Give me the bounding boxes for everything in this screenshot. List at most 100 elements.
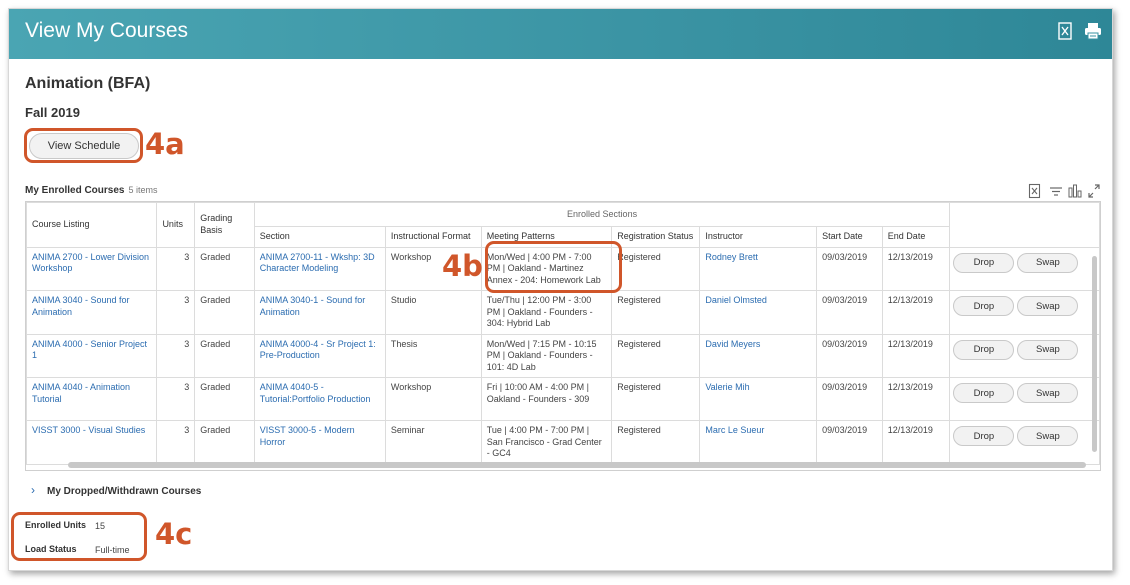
grading-basis-cell: Graded (194, 420, 255, 465)
drop-button[interactable]: Drop (953, 339, 1015, 360)
term-label: Fall 2019 (25, 105, 80, 120)
load-status-value: Full-time (95, 545, 130, 555)
dropped-courses-toggle[interactable]: › My Dropped/Withdrawn Courses (31, 483, 201, 497)
row-actions-cell: Drop Swap (949, 333, 1100, 378)
swap-button[interactable]: Swap (1017, 339, 1079, 360)
start-date-cell: 09/03/2019 (816, 333, 883, 378)
page-header: View My Courses (9, 9, 1112, 59)
end-date-cell: 12/13/2019 (881, 333, 951, 378)
col-header-grading-basis: Grading Basis (194, 202, 255, 248)
col-group-enrolled-sections: Enrolled Sections (253, 202, 951, 227)
course-listing-cell[interactable]: ANIMA 3040 - Sound for Animation (26, 290, 158, 335)
end-date-cell: 12/13/2019 (881, 290, 951, 335)
enrolled-units-value: 15 (95, 521, 106, 531)
meeting-patterns-cell: Mon/Wed | 7:15 PM - 10:15 PM | Oakland -… (480, 333, 613, 378)
drop-button[interactable]: Drop (953, 252, 1015, 273)
swap-button[interactable]: Swap (1017, 296, 1079, 316)
column-chart-icon[interactable] (1067, 183, 1083, 199)
section-cell[interactable]: ANIMA 2700-11 - Wkshp: 3D Character Mode… (253, 246, 386, 291)
instructor-cell[interactable]: Valerie Mih (699, 377, 818, 421)
start-date-cell: 09/03/2019 (816, 377, 883, 421)
course-listing-cell[interactable]: VISST 3000 - Visual Studies (26, 420, 158, 465)
instructional-format-cell: Studio (384, 290, 482, 335)
end-date-cell: 12/13/2019 (881, 377, 951, 421)
grading-basis-cell: Graded (194, 246, 255, 291)
enrolled-courses-title: My Enrolled Courses 5 items (25, 185, 157, 196)
callout-label-4a: 4a (145, 127, 185, 161)
instructional-format-cell: Seminar (384, 420, 482, 465)
dropped-courses-label: My Dropped/Withdrawn Courses (47, 486, 202, 497)
page-title: View My Courses (25, 19, 188, 42)
enrolled-courses-count: 5 items (128, 185, 158, 195)
course-listing-cell[interactable]: ANIMA 4000 - Senior Project 1 (26, 333, 158, 378)
page-frame: View My Courses Animation (BFA) Fall 201… (8, 8, 1113, 571)
grid-export-excel-icon[interactable] (1028, 183, 1042, 199)
grading-basis-cell: Graded (194, 377, 255, 421)
table-row: ANIMA 4040 - Animation Tutorial 3 Graded AN… (26, 377, 1100, 421)
instructor-cell[interactable]: Daniel Olmsted (699, 290, 818, 335)
units-cell: 3 (156, 246, 196, 291)
export-excel-icon[interactable] (1055, 21, 1075, 41)
meeting-patterns-cell: Fri | 10:00 AM - 4:00 PM | Oakland - Fou… (480, 377, 613, 421)
table-row: VISST 3000 - Visual Studies 3 Graded VISST … (26, 420, 1100, 465)
start-date-cell: 09/03/2019 (816, 420, 883, 465)
swap-button[interactable]: Swap (1017, 426, 1079, 446)
units-cell: 3 (156, 333, 196, 378)
col-header-start-date: Start Date (816, 226, 883, 248)
print-icon[interactable] (1083, 21, 1103, 41)
registration-status-cell: Registered (611, 246, 701, 291)
callout-box-4a (24, 128, 143, 163)
col-header-instructor: Instructor (699, 226, 818, 248)
grading-basis-cell: Graded (194, 333, 255, 378)
registration-status-cell: Registered (611, 290, 701, 335)
section-cell[interactable]: ANIMA 3040-1 - Sound for Animation (253, 290, 386, 335)
row-actions-cell: Drop Swap (949, 377, 1100, 421)
row-actions-cell: Drop Swap (949, 420, 1100, 465)
course-listing-cell[interactable]: ANIMA 4040 - Animation Tutorial (26, 377, 158, 421)
registration-status-cell: Registered (611, 420, 701, 465)
table-row: ANIMA 3040 - Sound for Animation 3 Graded A… (26, 290, 1100, 335)
course-listing-cell[interactable]: ANIMA 2700 - Lower Division Workshop (26, 246, 158, 291)
drop-button[interactable]: Drop (953, 296, 1015, 316)
section-cell[interactable]: VISST 3000-5 - Modern Horror (253, 420, 386, 465)
section-cell[interactable]: ANIMA 4000-4 - Sr Project 1: Pre-Product… (253, 333, 386, 378)
load-status-label: Load Status (25, 544, 77, 554)
col-header-course-listing: Course Listing (26, 202, 158, 248)
col-header-registration-status: Registration Status (611, 226, 701, 248)
swap-button[interactable]: Swap (1017, 252, 1079, 273)
start-date-cell: 09/03/2019 (816, 290, 883, 335)
instructor-cell[interactable]: David Meyers (699, 333, 818, 378)
units-cell: 3 (156, 420, 196, 465)
col-header-instructional-format: Instructional Format (384, 226, 482, 248)
horizontal-scrollbar[interactable] (68, 462, 1086, 468)
col-header-section: Section (253, 226, 386, 248)
registration-status-cell: Registered (611, 333, 701, 378)
callout-box-4b (485, 241, 622, 293)
chevron-right-icon: › (31, 483, 35, 497)
vertical-scrollbar[interactable] (1092, 256, 1097, 452)
table-row: ANIMA 4000 - Senior Project 1 3 Graded ANIM… (26, 333, 1100, 378)
enrolled-courses-title-text: My Enrolled Courses (25, 185, 125, 196)
section-cell[interactable]: ANIMA 4040-5 - Tutorial:Portfolio Produc… (253, 377, 386, 421)
drop-button[interactable]: Drop (953, 383, 1015, 403)
swap-button[interactable]: Swap (1017, 383, 1079, 403)
col-header-units: Units (156, 202, 196, 248)
filter-icon[interactable] (1049, 183, 1063, 199)
instructional-format-cell: Thesis (384, 333, 482, 378)
registration-status-cell: Registered (611, 377, 701, 421)
drop-button[interactable]: Drop (953, 426, 1015, 446)
instructional-format-cell: Workshop (384, 377, 482, 421)
end-date-cell: 12/13/2019 (881, 246, 951, 291)
row-actions-cell: Drop Swap (949, 290, 1100, 335)
instructor-cell[interactable]: Marc Le Sueur (699, 420, 818, 465)
col-header-end-date: End Date (881, 226, 951, 248)
start-date-cell: 09/03/2019 (816, 246, 883, 291)
row-actions-cell: Drop Swap (949, 246, 1100, 291)
units-cell: 3 (156, 290, 196, 335)
program-name: Animation (BFA) (25, 75, 151, 92)
callout-label-4b: 4b (442, 249, 483, 283)
instructor-cell[interactable]: Rodney Brett (699, 246, 818, 291)
callout-label-4c: 4c (155, 517, 193, 551)
units-cell: 3 (156, 377, 196, 421)
expand-icon[interactable] (1087, 183, 1101, 199)
